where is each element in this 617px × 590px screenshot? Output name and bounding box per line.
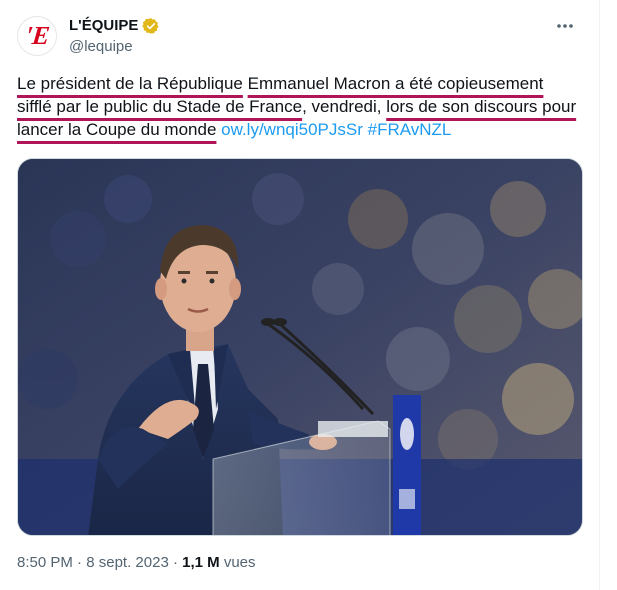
account-handle[interactable]: @lequipe bbox=[69, 37, 160, 57]
photo-illustration bbox=[18, 159, 582, 535]
more-options-button[interactable] bbox=[551, 16, 579, 36]
text-segment-4: , vendredi, bbox=[302, 97, 387, 116]
text-segment-1: Le président de la République bbox=[17, 74, 243, 93]
more-dots-icon bbox=[557, 24, 573, 28]
tweet-link[interactable]: ow.ly/wnqi50PJsSr bbox=[221, 120, 363, 139]
meta-separator: · bbox=[72, 554, 87, 571]
tweet-photo[interactable] bbox=[17, 158, 583, 536]
views-label: vues bbox=[219, 554, 256, 571]
tweet-meta: 8:50 PM · 8 sept. 2023 · 1,1 M vues bbox=[17, 553, 256, 573]
tweet-card: 'E L'ÉQUIPE @lequipe Le président de la … bbox=[0, 0, 600, 590]
display-name[interactable]: L'ÉQUIPE bbox=[69, 16, 138, 36]
lequipe-logo: 'E bbox=[23, 21, 51, 50]
tweet-time[interactable]: 8:50 PM bbox=[17, 554, 73, 571]
tweet-text: Le président de la République Emmanuel M… bbox=[17, 72, 577, 141]
account-avatar[interactable]: 'E bbox=[17, 16, 57, 56]
tweet-date[interactable]: 8 sept. 2023 bbox=[86, 554, 169, 571]
views-count: 1,1 M bbox=[182, 554, 220, 571]
account-name-block[interactable]: L'ÉQUIPE @lequipe bbox=[69, 16, 160, 57]
meta-separator: · bbox=[168, 554, 183, 571]
hashtag-link[interactable]: #FRAvNZL bbox=[368, 120, 452, 139]
tweet-header: 'E L'ÉQUIPE @lequipe bbox=[17, 16, 583, 60]
verified-badge-icon bbox=[142, 17, 160, 35]
